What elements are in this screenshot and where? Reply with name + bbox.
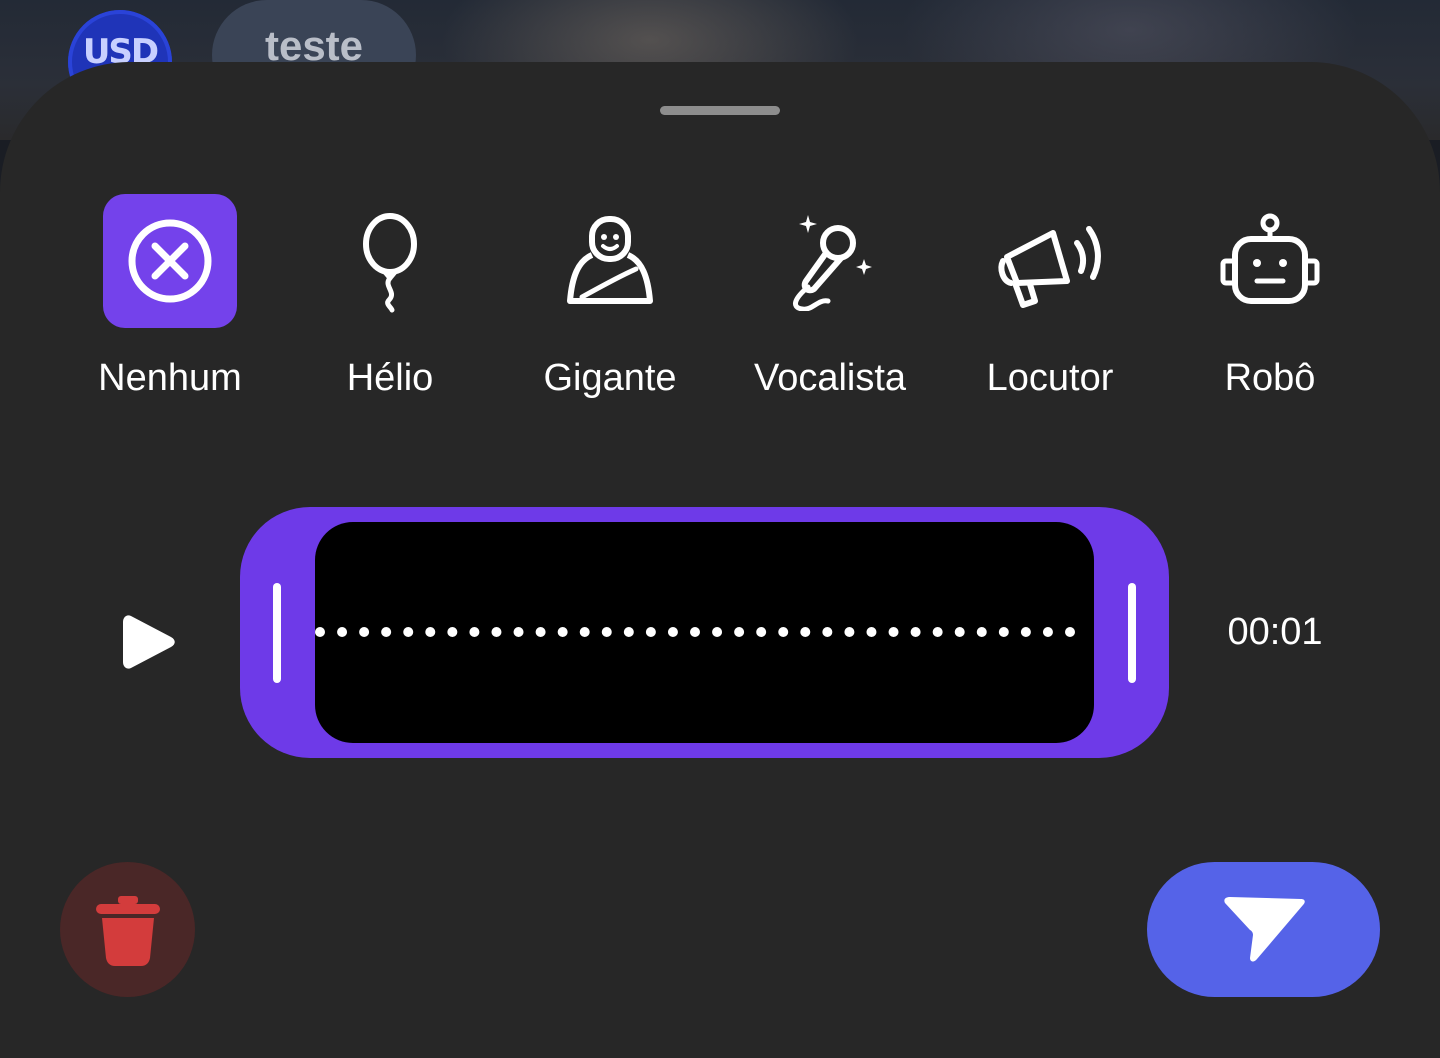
waveform-dot (359, 627, 370, 637)
send-button[interactable] (1147, 862, 1380, 997)
trim-handle-right[interactable] (1128, 583, 1136, 683)
waveform-dot (976, 627, 987, 637)
effect-label: Nenhum (98, 357, 242, 399)
waveform-dot (381, 627, 392, 637)
effect-label: Robô (1224, 357, 1316, 399)
waveform-dot (778, 627, 789, 637)
voice-effects-list: Nenhum Hélio Gigante Vocalista Locutor R… (60, 192, 1380, 412)
effect-helio-icon-box (323, 194, 457, 328)
effect-robo[interactable]: Robô (1160, 192, 1380, 412)
close-circle-icon (128, 219, 212, 303)
effect-label: Gigante (543, 357, 677, 399)
send-icon (1223, 896, 1305, 962)
waveform-dot (734, 627, 745, 637)
effect-label: Vocalista (753, 357, 907, 399)
waveform-dot (800, 627, 811, 637)
waveform-dot (910, 627, 921, 637)
waveform-dot (1020, 627, 1031, 637)
effect-nenhum-icon-box (103, 194, 237, 328)
effect-nenhum[interactable]: Nenhum (60, 192, 280, 412)
effect-gigante[interactable]: Gigante (500, 192, 720, 412)
waveform-dot (1042, 627, 1053, 637)
waveform-dot (690, 627, 700, 637)
waveform-dot (315, 627, 325, 637)
delete-button[interactable] (60, 862, 195, 997)
effect-label: Hélio (346, 357, 434, 399)
effect-label: Locutor (986, 357, 1114, 399)
waveform-dot (469, 627, 480, 637)
waveform-dot (756, 627, 767, 637)
recording-duration: 00:01 (1227, 611, 1323, 653)
waveform-dot (866, 627, 877, 637)
waveform-dot (601, 627, 612, 637)
giant-icon (567, 216, 653, 304)
waveform-dot (491, 627, 502, 637)
audio-trim-frame (240, 507, 1169, 758)
effect-helio[interactable]: Hélio (280, 192, 500, 412)
microphone-icon (793, 215, 872, 311)
drag-handle[interactable] (660, 106, 780, 115)
waveform-dot (645, 627, 656, 637)
waveform-dot (932, 627, 943, 637)
robot-icon (1220, 213, 1320, 304)
waveform-dot (888, 627, 899, 637)
waveform-dot (1065, 627, 1075, 637)
megaphone-icon (998, 226, 1101, 308)
waveform-dot (954, 627, 965, 637)
effect-vocalista-icon-box (763, 194, 897, 328)
waveform-dot (667, 627, 678, 637)
waveform-dot (337, 627, 348, 637)
voice-message-sheet: Nenhum Hélio Gigante Vocalista Locutor R… (0, 62, 1440, 1058)
waveform-dot (844, 627, 855, 637)
effect-gigante-icon-box (543, 194, 677, 328)
effect-locutor-icon-box (983, 194, 1117, 328)
effect-robo-icon-box (1203, 194, 1337, 328)
trim-handle-left[interactable] (273, 583, 281, 683)
waveform-dot (998, 627, 1009, 637)
waveform-dot (425, 627, 436, 637)
effect-locutor[interactable]: Locutor (940, 192, 1160, 412)
waveform-dot (579, 627, 590, 637)
waveform-dots (315, 627, 1075, 637)
balloon-icon (363, 213, 417, 313)
waveform-dot (557, 627, 568, 637)
waveform-dot (513, 627, 524, 637)
waveform-dot (623, 627, 634, 637)
play-button[interactable] (110, 602, 190, 682)
effect-vocalista[interactable]: Vocalista (720, 192, 940, 412)
play-icon (123, 615, 175, 669)
waveform-dot (447, 627, 458, 637)
waveform-dot (712, 627, 723, 637)
waveform-dot (535, 627, 546, 637)
waveform-dot (403, 627, 414, 637)
waveform[interactable] (315, 522, 1094, 743)
trash-icon (95, 895, 160, 966)
waveform-dot (822, 627, 833, 637)
